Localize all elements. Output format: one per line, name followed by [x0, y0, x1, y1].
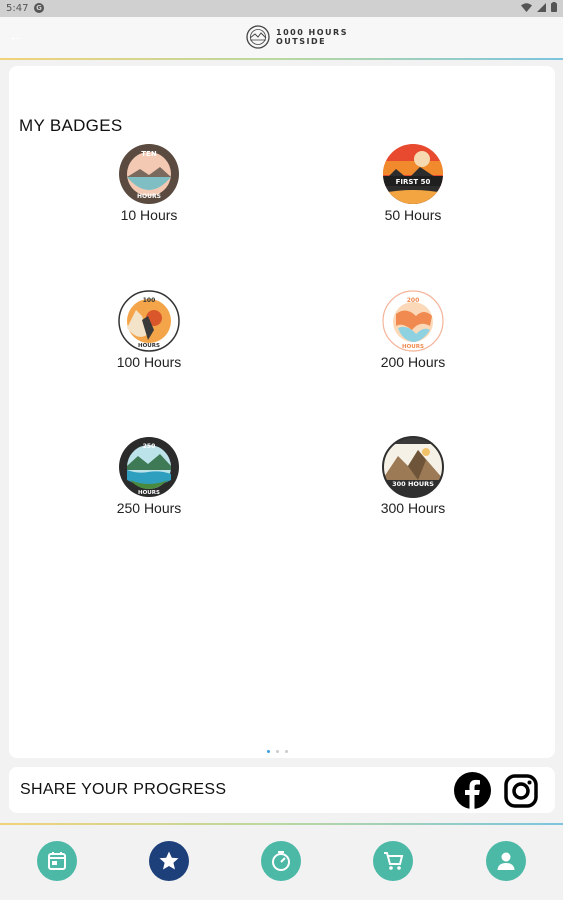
badges-title: MY BADGES [19, 116, 123, 135]
badge-250-hours[interactable]: 250 HOURS 250 Hours [74, 436, 224, 516]
nav-cart-button[interactable] [373, 841, 413, 881]
svg-text:FIRST 50: FIRST 50 [396, 178, 431, 186]
nav-profile-button[interactable] [486, 841, 526, 881]
share-label: SHARE YOUR PROGRESS [20, 781, 227, 798]
star-icon [159, 851, 179, 870]
svg-text:HOURS: HOURS [137, 193, 161, 200]
app-logo: 1000 HOURS OUTSIDE [246, 25, 348, 49]
logo-line-2: OUTSIDE [276, 37, 327, 46]
badge-label: 50 Hours [384, 207, 442, 223]
page-dot[interactable] [276, 750, 279, 753]
nav-badges-button[interactable] [149, 841, 189, 881]
svg-text:250: 250 [143, 443, 156, 450]
globe-logo-icon [246, 25, 270, 49]
status-bar: 5:47 G [0, 0, 563, 17]
svg-text:HOURS: HOURS [138, 490, 160, 496]
badge-label: 200 Hours [380, 354, 446, 370]
badge-300-hours[interactable]: 300 HOURS 300 Hours [338, 436, 488, 516]
250-hours-badge-icon: 250 HOURS [119, 437, 179, 497]
badge-label: 250 Hours [116, 500, 182, 516]
badge-label: 100 Hours [116, 354, 182, 370]
back-arrow-icon[interactable]: ← [8, 29, 24, 45]
nav-timer-button[interactable] [261, 841, 301, 881]
facebook-icon[interactable] [454, 772, 491, 809]
google-notification-icon: G [34, 3, 44, 13]
badge-200-hours[interactable]: 200 HOURS 200 Hours [338, 290, 488, 370]
profile-icon [497, 852, 515, 870]
badge-100-hours[interactable]: 100 HOURS 100 Hours [74, 290, 224, 370]
page-indicator[interactable] [267, 750, 288, 753]
svg-text:TEN: TEN [141, 150, 157, 158]
status-time: 5:47 [6, 3, 29, 14]
app-bar: ← 1000 HOURS OUTSIDE [0, 17, 563, 59]
svg-text:HOURS: HOURS [138, 343, 160, 349]
signal-icon [537, 2, 546, 12]
badge-10-hours[interactable]: TEN HOURS 10 Hours [74, 143, 224, 223]
ten-hours-badge-icon: TEN HOURS [119, 144, 179, 204]
svg-text:300 HOURS: 300 HOURS [392, 480, 434, 488]
300-hours-badge-icon: 300 HOURS [382, 436, 444, 498]
page-dot-active[interactable] [267, 750, 270, 753]
header-divider [0, 58, 563, 60]
200-hours-badge-icon: 200 HOURS [382, 290, 444, 352]
calendar-icon [48, 852, 66, 870]
svg-text:200: 200 [407, 297, 420, 304]
badge-50-hours[interactable]: FIRST 50 50 Hours [338, 143, 488, 223]
badges-card: MY BADGES TEN HOURS 10 Hours FIRST 50 50… [9, 66, 555, 758]
svg-text:100: 100 [143, 297, 156, 304]
battery-icon [551, 2, 557, 12]
wifi-icon [521, 2, 532, 12]
page-dot[interactable] [285, 750, 288, 753]
nav-divider [0, 823, 563, 825]
logo-line-1: 1000 HOURS [276, 28, 348, 37]
bottom-navigation [0, 826, 563, 900]
timer-icon [272, 851, 290, 871]
cart-icon [384, 852, 404, 870]
100-hours-badge-icon: 100 HOURS [118, 290, 180, 352]
instagram-icon[interactable] [504, 774, 538, 808]
badge-label: 10 Hours [120, 207, 178, 223]
share-bar: SHARE YOUR PROGRESS [9, 767, 555, 813]
svg-text:HOURS: HOURS [402, 344, 424, 350]
badge-label: 300 Hours [380, 500, 446, 516]
nav-calendar-button[interactable] [37, 841, 77, 881]
first-50-badge-icon: FIRST 50 [383, 144, 443, 204]
